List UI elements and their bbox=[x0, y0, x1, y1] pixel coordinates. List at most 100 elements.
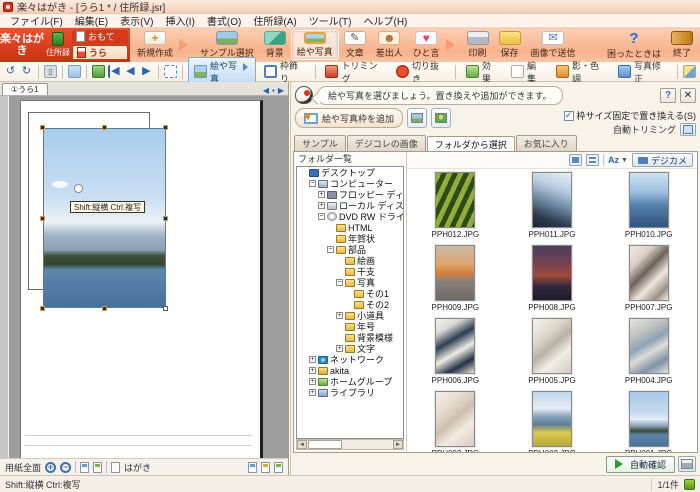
auto-check-button[interactable]: 自動確認 bbox=[606, 456, 675, 473]
sort-dropdown[interactable]: Az ▼ bbox=[608, 155, 628, 165]
thumbnail[interactable]: PPH006.JPG bbox=[407, 318, 504, 391]
expand-toggle-icon[interactable]: − bbox=[309, 180, 316, 187]
tab-0[interactable]: サンプル bbox=[294, 135, 346, 151]
thumbnail[interactable]: PPH007.JPG bbox=[600, 245, 697, 318]
tree-item[interactable]: −部品 bbox=[297, 244, 403, 255]
page-tab[interactable]: ①うら1 bbox=[2, 83, 48, 95]
thumbnail[interactable]: PPH004.JPG bbox=[600, 318, 697, 391]
tree-item[interactable]: +文字 bbox=[297, 343, 403, 354]
page-action-icon-3[interactable] bbox=[274, 462, 283, 473]
tab-3[interactable]: お気に入り bbox=[516, 135, 577, 151]
menu-item-6[interactable]: ツール(T) bbox=[303, 13, 358, 28]
expand-toggle-icon[interactable]: − bbox=[318, 213, 325, 220]
add-photo-frame-button[interactable]: 絵や写真枠を追加 bbox=[295, 108, 403, 128]
zoom-photo-button[interactable] bbox=[407, 108, 427, 128]
print-preview-button[interactable] bbox=[678, 456, 696, 472]
portrait-button[interactable] bbox=[431, 108, 451, 128]
resize-handle-e[interactable] bbox=[163, 216, 168, 221]
grid-setting-icon[interactable] bbox=[80, 462, 89, 473]
expand-toggle-icon[interactable]: + bbox=[318, 202, 325, 209]
help-button[interactable]: ?困ったときは bbox=[602, 30, 666, 60]
front-side-tab[interactable]: おもて bbox=[72, 30, 128, 44]
menu-item-7[interactable]: ヘルプ(H) bbox=[358, 13, 414, 28]
nav-first-icon[interactable]: ◀ bbox=[108, 65, 121, 78]
tree-item[interactable]: −DVD RW ドライブ (D:) DIS bbox=[297, 211, 403, 222]
thumbnail[interactable]: PPH005.JPG bbox=[504, 318, 601, 391]
fit-page-button[interactable]: 用紙全面 bbox=[5, 461, 41, 474]
thumbnail[interactable]: PPH002.JPG bbox=[504, 391, 601, 452]
tree-item[interactable]: 絵画 bbox=[297, 255, 403, 266]
menu-item-5[interactable]: 住所録(A) bbox=[247, 13, 302, 28]
marquee-icon[interactable] bbox=[164, 65, 177, 78]
text-button[interactable]: ✎文章 bbox=[339, 30, 371, 60]
send-image-button[interactable]: ✉画像で送信 bbox=[526, 30, 581, 60]
exit-button[interactable]: 終了 bbox=[666, 30, 698, 60]
tree-item[interactable]: 背景模様 bbox=[297, 332, 403, 343]
resize-handle-sw[interactable] bbox=[40, 306, 45, 311]
message-button[interactable]: ♥ひと言 bbox=[408, 30, 445, 60]
guide-setting-icon[interactable] bbox=[93, 462, 102, 473]
nav-prev-icon[interactable]: ◀ bbox=[124, 65, 137, 78]
close-panel-button[interactable]: ✕ bbox=[680, 88, 696, 103]
help-button[interactable]: ? bbox=[660, 88, 676, 103]
page-prev-icon[interactable]: ◀ bbox=[263, 86, 269, 95]
expand-toggle-icon[interactable]: + bbox=[336, 312, 343, 319]
menu-item-0[interactable]: ファイル(F) bbox=[4, 13, 69, 28]
horizontal-scrollbar[interactable]: ◄ ► bbox=[296, 439, 404, 450]
thumbnail[interactable]: PPH010.JPG bbox=[600, 172, 697, 245]
nav-next-icon[interactable]: ▶ bbox=[140, 65, 153, 78]
page-action-icon-2[interactable] bbox=[261, 462, 270, 473]
selected-photo-object[interactable] bbox=[43, 128, 166, 308]
menu-item-1[interactable]: 編集(E) bbox=[69, 13, 114, 28]
scroll-left-icon[interactable]: ◄ bbox=[297, 440, 307, 449]
menu-item-4[interactable]: 書式(O) bbox=[201, 13, 247, 28]
print-button[interactable]: 印刷 bbox=[462, 30, 494, 60]
scroll-right-icon[interactable]: ► bbox=[393, 440, 403, 449]
digicam-button[interactable]: デジカメ bbox=[632, 153, 693, 167]
thumbnail[interactable]: PPH003.JPG bbox=[407, 391, 504, 452]
resize-handle-w[interactable] bbox=[40, 216, 45, 221]
list-view-icon[interactable] bbox=[586, 154, 599, 166]
delete-icon[interactable]: ▯ bbox=[44, 65, 57, 78]
tree-item[interactable]: +ライブラリ bbox=[297, 387, 403, 398]
thumbnail[interactable]: PPH011.JPG bbox=[504, 172, 601, 245]
expand-toggle-icon[interactable]: + bbox=[309, 378, 316, 385]
resize-handle-s[interactable] bbox=[102, 306, 107, 311]
resize-handle-nw[interactable] bbox=[40, 125, 45, 130]
tab-2[interactable]: フォルダから選択 bbox=[427, 136, 515, 151]
menu-item-2[interactable]: 表示(V) bbox=[114, 13, 159, 28]
fixed-size-option[interactable]: ✓ 枠サイズ固定で置き換える(S) bbox=[564, 109, 696, 122]
paste-icon[interactable] bbox=[68, 65, 81, 78]
resize-handle-n[interactable] bbox=[102, 125, 107, 130]
export-icon[interactable] bbox=[92, 65, 105, 78]
thumbnail[interactable]: PPH008.JPG bbox=[504, 245, 601, 318]
tree-item[interactable]: その2 bbox=[297, 299, 403, 310]
rotate-handle[interactable] bbox=[74, 184, 83, 193]
add-frame-icon[interactable] bbox=[683, 65, 696, 78]
sender-button[interactable]: ☻差出人 bbox=[371, 30, 408, 60]
canvas[interactable]: Shift:縦横 Ctrl:複写 bbox=[0, 96, 288, 458]
page-action-icon-1[interactable] bbox=[248, 462, 257, 473]
resize-handle-ne[interactable] bbox=[163, 125, 168, 130]
scroll-thumb[interactable] bbox=[308, 440, 342, 449]
tab-1[interactable]: デジコレの画像 bbox=[347, 135, 426, 151]
redo-icon[interactable]: ↻ bbox=[20, 65, 33, 78]
expand-toggle-icon[interactable]: + bbox=[309, 356, 316, 363]
thumbnail[interactable]: PPH009.JPG bbox=[407, 245, 504, 318]
auto-trimming-button[interactable] bbox=[680, 123, 696, 136]
address-book-button[interactable]: 住所録 bbox=[44, 28, 72, 62]
zoom-in-icon[interactable]: + bbox=[45, 462, 56, 473]
expand-toggle-icon[interactable]: − bbox=[327, 246, 334, 253]
page-next-icon[interactable]: ▶ bbox=[278, 86, 284, 95]
resize-handle-se[interactable] bbox=[163, 306, 168, 311]
thumbnail[interactable]: PPH001.JPG bbox=[600, 391, 697, 452]
tree-item[interactable]: +ネットワーク bbox=[297, 354, 403, 365]
background-button[interactable]: 背景 bbox=[259, 30, 291, 60]
sample-select-button[interactable]: サンプル選択 bbox=[195, 30, 259, 60]
expand-toggle-icon[interactable]: + bbox=[309, 389, 316, 396]
expand-toggle-icon[interactable]: − bbox=[336, 279, 343, 286]
thumbnail[interactable]: PPH012.JPG bbox=[407, 172, 504, 245]
back-side-tab[interactable]: うら bbox=[72, 45, 128, 61]
zoom-out-icon[interactable]: − bbox=[60, 462, 71, 473]
grid-view-icon[interactable] bbox=[569, 154, 582, 166]
